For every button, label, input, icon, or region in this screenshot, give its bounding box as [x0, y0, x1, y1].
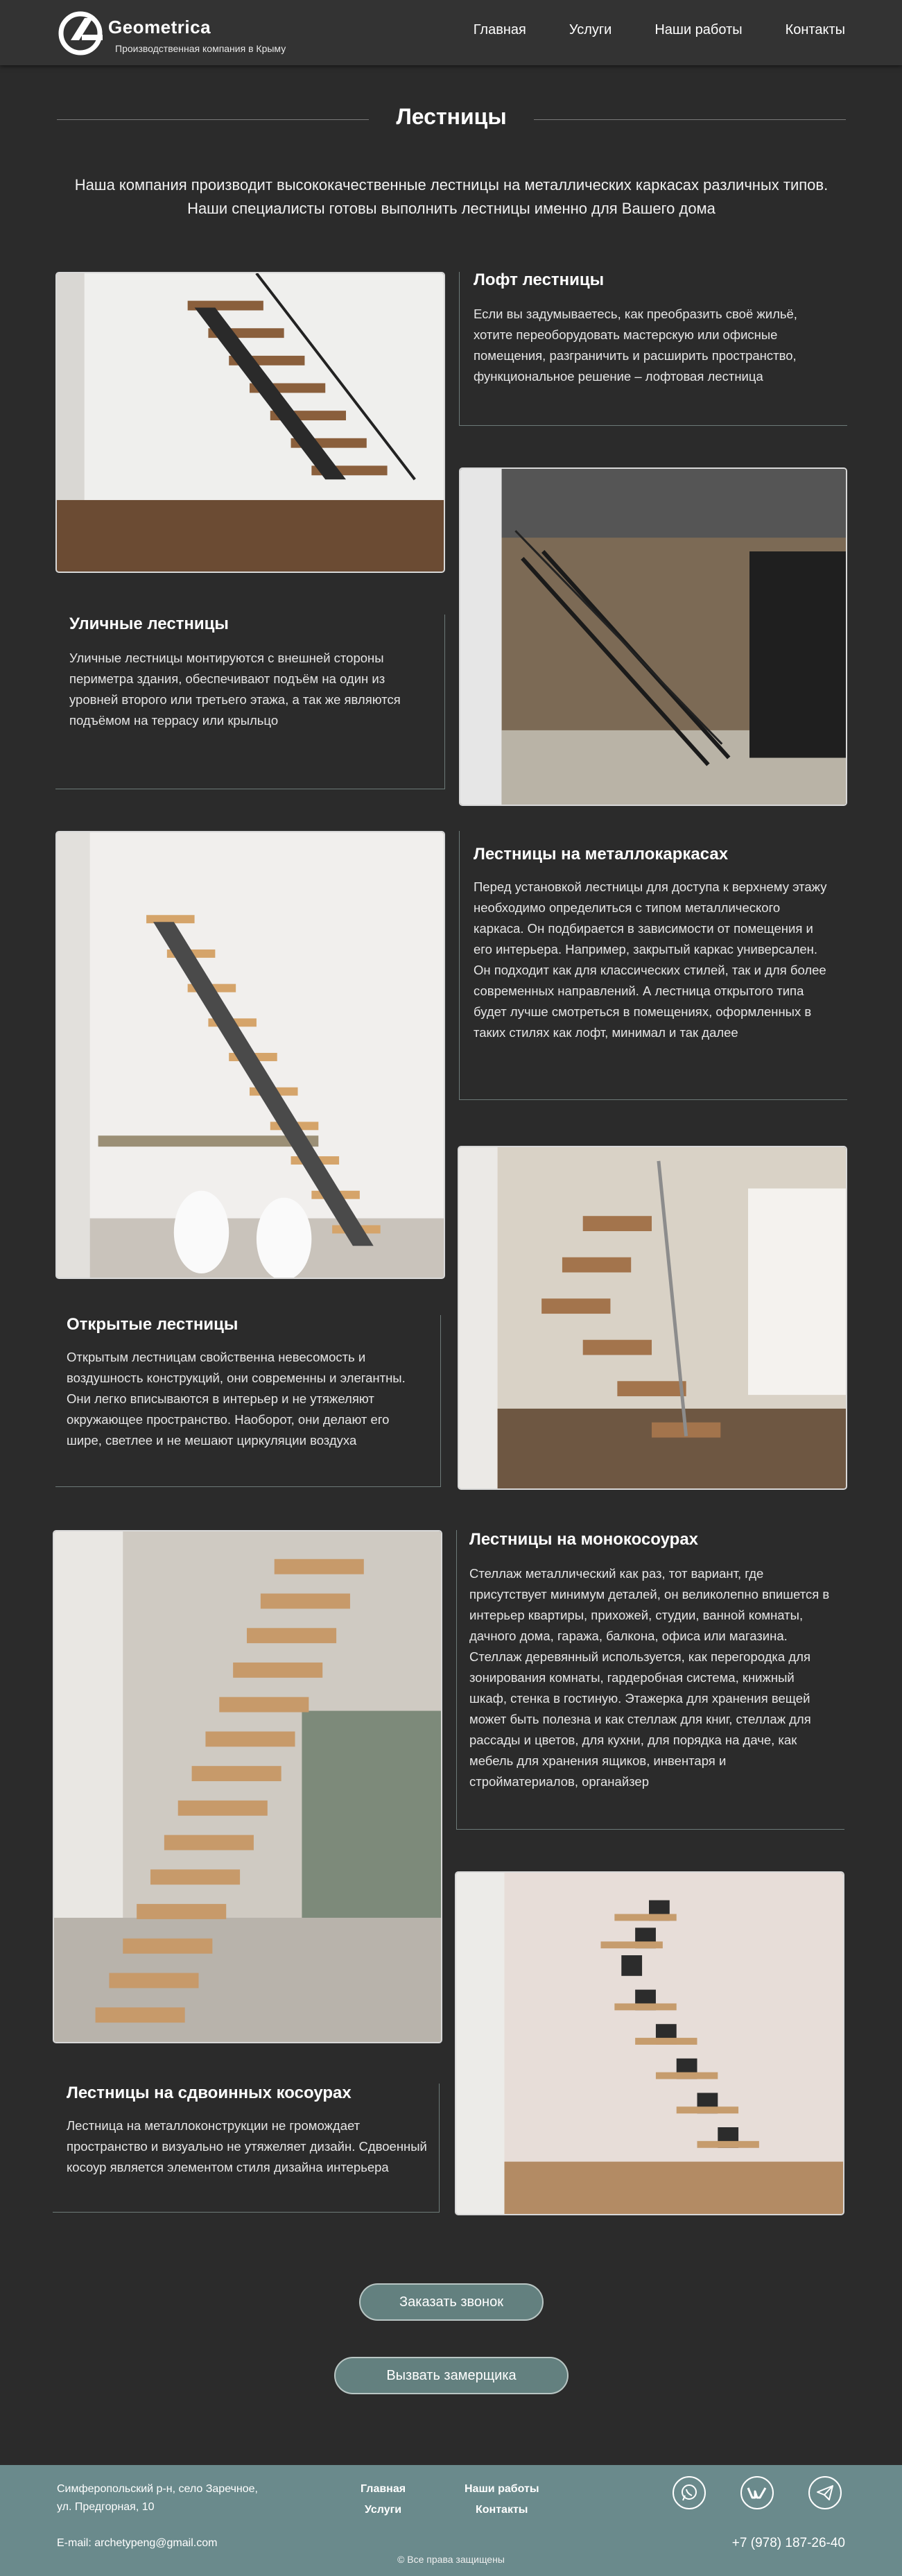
photo-open-stairs: [458, 1146, 847, 1490]
section-street-text: Уличные лестницы Уличные лестницы монтир…: [55, 615, 445, 789]
page-title: Лестницы: [396, 104, 507, 129]
photo-metal-frame-stairs: [55, 831, 445, 1279]
vk-icon[interactable]: [740, 2476, 774, 2509]
brand-tagline: Производственная компания в Крыму: [115, 43, 286, 54]
page-intro: Наша компания производит высококачествен…: [74, 176, 829, 217]
section-loft-text: Лофт лестницы Если вы задумываетесь, как…: [459, 271, 847, 426]
address-line-2: ул. Предгорная, 10: [57, 2501, 155, 2513]
section-monostringer-text: Лестницы на монокосоурах Стеллаж металли…: [456, 1530, 844, 1830]
section-double-desc: Лестница на металлоконструкции не громож…: [67, 2118, 427, 2174]
whatsapp-icon[interactable]: [673, 2476, 706, 2509]
page-title-wrap: Лестницы: [57, 104, 846, 135]
site-header: Geometrica Производственная компания в К…: [0, 0, 902, 65]
nav-contacts[interactable]: Контакты: [786, 22, 845, 38]
footer-nav-works[interactable]: Наши работы: [465, 2479, 539, 2500]
section-street-title: Уличные лестницы: [69, 615, 229, 633]
nav-services[interactable]: Услуги: [569, 22, 612, 38]
section-loft-desc: Если вы задумываетесь, как преобразить с…: [474, 307, 797, 384]
section-open-title: Открытые лестницы: [67, 1315, 238, 1334]
section-open-desc: Открытым лестницам свойственна невесомос…: [67, 1350, 406, 1448]
footer-email[interactable]: E-mail: archetypeng@gmail.com: [57, 2537, 217, 2550]
address-line-1: Симферопольский р-н, село Заречное,: [57, 2483, 258, 2495]
footer-nav-col-1: Главная Услуги: [361, 2479, 406, 2521]
photo-double-stringer-stairs: [455, 1871, 844, 2215]
section-metal-desc: Перед установкой лестницы для доступа к …: [474, 879, 827, 1040]
photo-loft-stairs: [55, 272, 445, 573]
telegram-icon[interactable]: [808, 2476, 842, 2509]
section-double-title: Лестницы на сдвоинных косоурах: [67, 2084, 352, 2102]
section-monostringer-title: Лестницы на монокосоурах: [469, 1530, 699, 1549]
footer-nav-services[interactable]: Услуги: [361, 2500, 406, 2521]
footer-copyright: © Все права защищены: [397, 2554, 505, 2565]
site-footer: Симферопольский р-н, село Заречное, ул. …: [0, 2465, 902, 2576]
footer-nav-home[interactable]: Главная: [361, 2479, 406, 2500]
section-metal-text: Лестницы на металлокаркасах Перед устано…: [459, 831, 847, 1100]
section-metal-title: Лестницы на металлокаркасах: [474, 845, 729, 864]
footer-phone[interactable]: +7 (978) 187-26-40: [732, 2536, 845, 2551]
logo-icon[interactable]: [57, 7, 107, 57]
section-double-text: Лестницы на сдвоинных косоурах Лестница …: [53, 2084, 440, 2213]
section-loft-title: Лофт лестницы: [474, 271, 605, 289]
footer-address: Симферопольский р-н, село Заречное, ул. …: [57, 2480, 258, 2516]
order-call-button[interactable]: Заказать звонок: [359, 2283, 544, 2321]
call-measurer-button[interactable]: Вызвать замерщика: [334, 2357, 569, 2394]
main-nav: Главная Услуги Наши работы Контакты: [474, 22, 845, 38]
nav-works[interactable]: Наши работы: [654, 22, 742, 38]
photo-monostringer-stairs: [53, 1530, 442, 2043]
nav-home[interactable]: Главная: [474, 22, 526, 38]
section-open-text: Открытые лестницы Открытым лестницам сво…: [55, 1315, 441, 1487]
section-monostringer-desc: Стеллаж металлический как раз, тот вариа…: [469, 1566, 830, 1789]
footer-nav-col-2: Наши работы Контакты: [465, 2479, 539, 2521]
footer-nav-contacts[interactable]: Контакты: [465, 2500, 539, 2521]
photo-street-stairs: [459, 467, 847, 806]
brand-name[interactable]: Geometrica: [108, 17, 211, 38]
title-divider-right: [534, 119, 846, 120]
section-street-desc: Уличные лестницы монтируются с внешней с…: [69, 651, 401, 728]
